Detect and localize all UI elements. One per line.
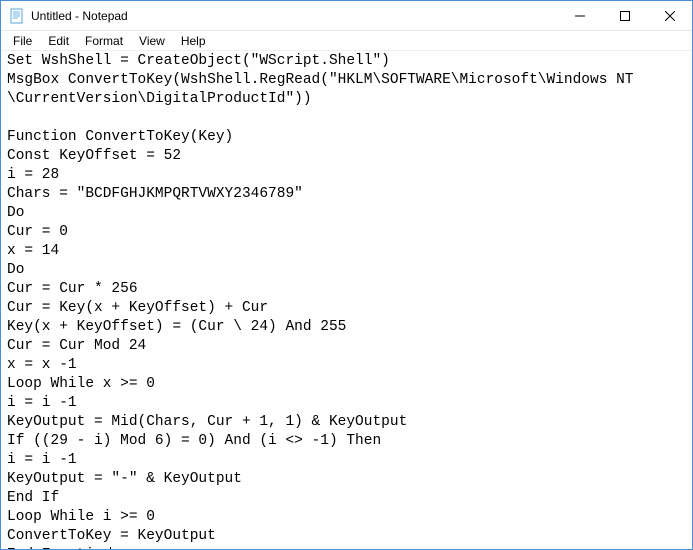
titlebar[interactable]: Untitled - Notepad (1, 1, 692, 31)
text-editor[interactable]: Set WshShell = CreateObject("WScript.She… (7, 52, 686, 549)
maximize-button[interactable] (602, 1, 647, 30)
editor-text: Set WshShell = CreateObject("WScript.She… (7, 53, 634, 549)
text-caret (110, 547, 111, 549)
close-button[interactable] (647, 1, 692, 30)
notepad-window: Untitled - Notepad File Edit Format View… (0, 0, 693, 550)
minimize-button[interactable] (557, 1, 602, 30)
window-title: Untitled - Notepad (31, 9, 557, 23)
menu-file[interactable]: File (5, 32, 40, 50)
text-area-container: Set WshShell = CreateObject("WScript.She… (1, 51, 692, 549)
window-controls (557, 1, 692, 30)
menu-view[interactable]: View (131, 32, 173, 50)
menubar: File Edit Format View Help (1, 31, 692, 51)
menu-help[interactable]: Help (173, 32, 214, 50)
notepad-icon (9, 8, 25, 24)
menu-edit[interactable]: Edit (40, 32, 77, 50)
menu-format[interactable]: Format (77, 32, 131, 50)
